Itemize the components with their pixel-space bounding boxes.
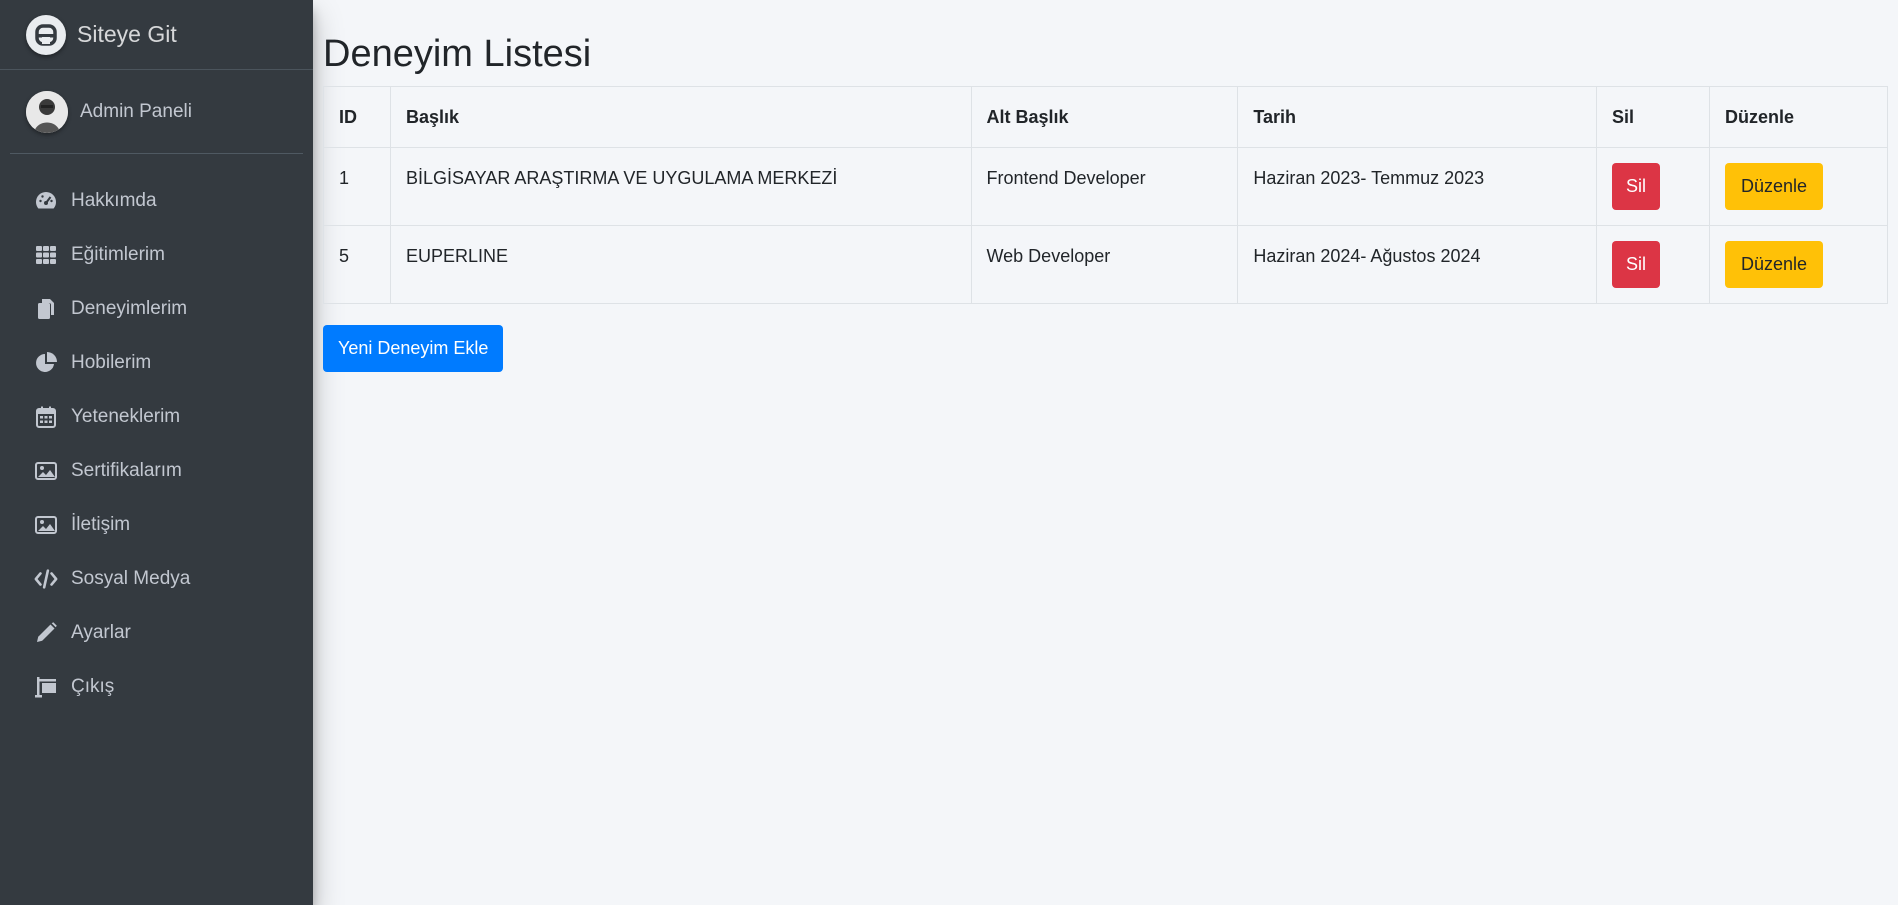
sidebar-item-sertifikalarim[interactable]: Sertifikalarım [0, 444, 313, 498]
delete-button[interactable]: Sil [1612, 163, 1661, 210]
cell-subtitle: Web Developer [970, 225, 1239, 304]
sidebar-item-label: Hakkımda [71, 190, 157, 211]
cell-date: Haziran 2024- Ağustos 2024 [1237, 225, 1598, 304]
cell-edit: Düzenle [1709, 225, 1888, 304]
pie-chart-icon [34, 351, 58, 375]
cell-edit: Düzenle [1709, 147, 1888, 226]
image-icon [34, 459, 58, 483]
cell-title: EUPERLINE [389, 225, 972, 304]
grid-icon [34, 243, 58, 267]
cell-delete: Sil [1596, 147, 1710, 226]
column-header-date: Tarih [1237, 86, 1598, 148]
column-header-subtitle: Alt Başlık [970, 86, 1239, 148]
sidebar-item-label: Yeteneklerim [71, 406, 181, 427]
column-header-edit: Düzenle [1709, 86, 1888, 148]
sidebar-item-label: Sosyal Medya [71, 568, 191, 589]
sign-icon [34, 675, 58, 699]
sidebar-item-label: Deneyimlerim [71, 298, 188, 319]
cell-subtitle: Frontend Developer [970, 147, 1239, 226]
sidebar-item-hobilerim[interactable]: Hobilerim [0, 336, 313, 390]
cell-delete: Sil [1596, 225, 1710, 304]
sidebar: Siteye Git Admin Paneli Hakkımda Eğitiml… [0, 0, 313, 905]
cell-date: Haziran 2023- Temmuz 2023 [1237, 147, 1598, 226]
sidebar-item-hakkimda[interactable]: Hakkımda [0, 174, 313, 228]
sidebar-item-label: İletişim [71, 514, 131, 535]
brand-text: Siteye Git [77, 21, 177, 47]
add-experience-button[interactable]: Yeni Deneyim Ekle [323, 325, 504, 372]
table-header-row: ID Başlık Alt Başlık Tarih Sil Düzenle [323, 86, 1888, 148]
sidebar-item-label: Ayarlar [71, 622, 131, 643]
sidebar-nav: Hakkımda Eğitimlerim Deneyimlerim Hobile… [0, 154, 313, 714]
column-header-title: Başlık [389, 86, 972, 148]
delete-button[interactable]: Sil [1612, 241, 1661, 288]
main-content: Deneyim Listesi ID Başlık Alt Başlık Tar… [323, 0, 1898, 372]
calendar-icon [34, 405, 58, 429]
cell-title: BİLGİSAYAR ARAŞTIRMA VE UYGULAMA MERKEZİ [389, 147, 972, 226]
sidebar-item-label: Eğitimlerim [71, 244, 165, 265]
user-name: Admin Paneli [80, 100, 192, 122]
cell-id: 1 [323, 147, 391, 226]
sidebar-item-deneyimlerim[interactable]: Deneyimlerim [0, 282, 313, 336]
experience-table: ID Başlık Alt Başlık Tarih Sil Düzenle 1… [323, 86, 1888, 304]
brand-link[interactable]: Siteye Git [0, 0, 313, 70]
tachometer-icon [34, 189, 58, 213]
sidebar-item-iletisim[interactable]: İletişim [0, 498, 313, 552]
edit-button[interactable]: Düzenle [1725, 163, 1824, 210]
copy-icon [34, 297, 58, 321]
sidebar-item-sosyal-medya[interactable]: Sosyal Medya [0, 552, 313, 606]
sidebar-item-cikis[interactable]: Çıkış [0, 660, 313, 714]
page-title: Deneyim Listesi [323, 33, 592, 75]
sidebar-item-egitimlerim[interactable]: Eğitimlerim [0, 228, 313, 282]
table-row: 1 BİLGİSAYAR ARAŞTIRMA VE UYGULAMA MERKE… [323, 147, 1888, 226]
pencil-icon [34, 621, 58, 645]
edit-button[interactable]: Düzenle [1725, 241, 1824, 288]
column-header-id: ID [323, 86, 391, 148]
column-header-delete: Sil [1596, 86, 1710, 148]
sidebar-item-label: Hobilerim [71, 352, 152, 373]
table-row: 5 EUPERLINE Web Developer Haziran 2024- … [323, 225, 1888, 304]
cell-id: 5 [323, 225, 391, 304]
image-icon [34, 513, 58, 537]
sidebar-item-label: Çıkış [71, 676, 115, 697]
user-panel[interactable]: Admin Paneli [10, 70, 303, 154]
sidebar-item-ayarlar[interactable]: Ayarlar [0, 606, 313, 660]
avatar [26, 90, 68, 133]
sidebar-item-yeteneklerim[interactable]: Yeteneklerim [0, 390, 313, 444]
sidebar-item-label: Sertifikalarım [71, 460, 182, 481]
code-icon [34, 567, 58, 591]
brand-logo-icon [26, 14, 66, 55]
